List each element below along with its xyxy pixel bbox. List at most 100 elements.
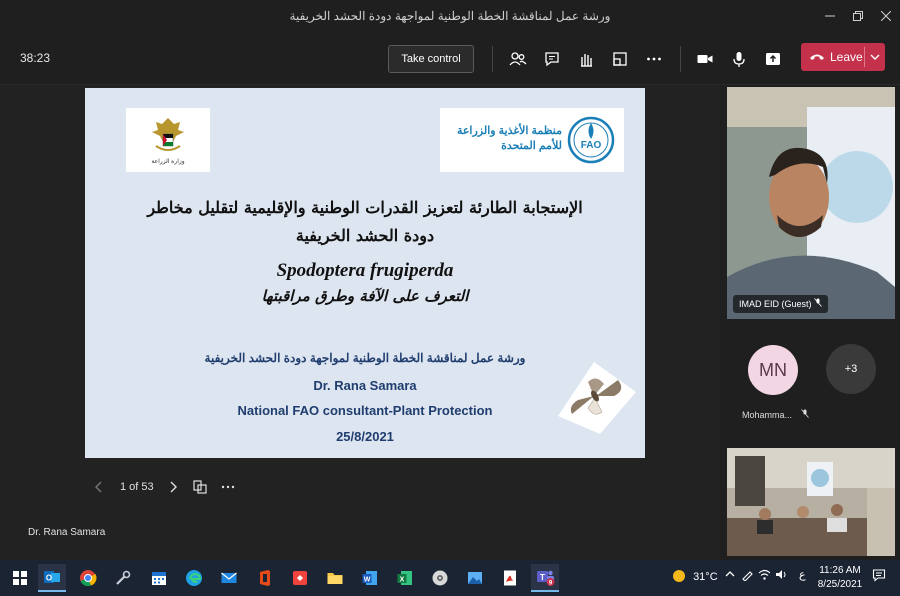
slide-title-line2: دودة الحشد الخريفية [295, 226, 435, 245]
camera-button[interactable] [693, 46, 717, 72]
notifications-button[interactable] [872, 568, 886, 585]
taskbar-excel[interactable]: X [391, 564, 419, 592]
start-button[interactable] [6, 564, 34, 592]
participant-video-feed [727, 87, 895, 319]
clock-date: 8/25/2021 [817, 579, 863, 590]
taskbar-clock[interactable]: 11:26 AM 8/25/2021 [814, 564, 866, 592]
restore-icon [853, 11, 863, 21]
fao-logo: منظمة الأغذية والزراعة للأمم المتحدة FAO [440, 108, 624, 172]
rooms-button[interactable] [608, 46, 632, 72]
folder-icon [327, 573, 343, 584]
taskbar-anydesk[interactable] [286, 564, 314, 592]
taskbar-teams[interactable]: T9 [531, 564, 559, 592]
take-control-button[interactable]: Take control [388, 45, 474, 73]
minimize-button[interactable] [818, 6, 842, 26]
remote-desktop-icon [293, 571, 307, 585]
office-icon [260, 570, 270, 586]
fao-abbrev: FAO [581, 140, 602, 151]
slide-more-button[interactable] [221, 480, 235, 499]
chat-button[interactable] [540, 46, 564, 72]
participant-avatar[interactable]: MN [748, 345, 798, 395]
ministry-logo: وزارة الزراعة [126, 108, 210, 172]
notification-center-icon [872, 569, 886, 582]
show-hidden-icons-button[interactable] [724, 568, 736, 583]
chevron-down-icon [870, 54, 880, 60]
close-icon [880, 10, 892, 22]
pen-tray-button[interactable] [741, 568, 754, 584]
more-horizontal-icon [647, 57, 661, 61]
outlook-icon: O [44, 571, 60, 583]
mail-icon [221, 572, 237, 583]
input-language-button[interactable]: ع [799, 568, 806, 581]
clock-time: 11:26 AM [819, 565, 861, 576]
taskbar-office[interactable] [251, 564, 279, 592]
svg-text:O: O [46, 574, 52, 583]
previous-slide-button[interactable] [92, 480, 106, 499]
taskbar-mail[interactable] [215, 564, 243, 592]
weather-widget[interactable]: 31°C [672, 569, 718, 583]
mic-button[interactable] [727, 46, 751, 72]
speaker-icon [776, 570, 786, 579]
toolbar-divider [492, 46, 493, 72]
more-actions-button[interactable] [642, 46, 666, 72]
leave-label: Leave [830, 50, 863, 64]
wifi-icon [758, 569, 771, 580]
room-video-tile[interactable] [727, 448, 895, 556]
taskbar-edge[interactable] [180, 564, 208, 592]
svg-text:X: X [400, 576, 405, 583]
chrome-icon [80, 570, 97, 587]
pdf-icon [504, 570, 516, 586]
taskbar-settings[interactable] [109, 564, 137, 592]
moth-image [558, 362, 636, 434]
taskbar-chrome[interactable] [74, 564, 102, 592]
taskbar-photos[interactable] [461, 564, 489, 592]
more-participants-button[interactable]: +3 [826, 344, 876, 394]
participants-icon [509, 52, 527, 66]
participants-button[interactable] [506, 46, 530, 72]
participants-panel: IMAD EID (Guest) MN +3 Mohamma... [720, 85, 900, 560]
next-slide-button[interactable] [166, 480, 180, 499]
more-horizontal-icon [221, 485, 235, 489]
taskbar-word[interactable]: W [356, 564, 384, 592]
restore-button[interactable] [846, 6, 870, 26]
slide-page-indicator: 1 of 53 [120, 481, 154, 493]
weather-temp: 31°C [693, 571, 718, 583]
participant-video-tile[interactable]: IMAD EID (Guest) [727, 87, 895, 319]
taskbar-file-explorer[interactable] [321, 564, 349, 592]
leave-button[interactable]: Leave [801, 43, 885, 71]
chat-icon [545, 52, 559, 67]
excel-icon: X [397, 571, 412, 585]
chevron-right-icon [170, 481, 177, 493]
slide-overview-button[interactable] [193, 480, 207, 499]
network-tray-button[interactable] [758, 568, 771, 584]
taskbar-media-player[interactable] [426, 564, 454, 592]
slides-grid-icon [193, 480, 207, 494]
participant-avatar-label: Mohamma... [742, 410, 793, 420]
microphone-icon [733, 52, 745, 67]
fao-name-line1: منظمة الأغذية والزراعة [456, 125, 562, 137]
meeting-timer: 38:23 [20, 51, 51, 65]
reactions-button[interactable] [574, 46, 598, 72]
edge-icon [186, 570, 202, 586]
window-title: ورشة عمل لمناقشة الخطة الوطنية لمواجهة د… [289, 9, 611, 23]
share-button[interactable] [761, 46, 785, 72]
volume-tray-button[interactable] [775, 568, 788, 584]
minimize-icon [825, 15, 835, 17]
mic-muted-icon [800, 409, 809, 418]
participant-name: IMAD EID (Guest) [739, 299, 812, 309]
taskbar-calendar[interactable] [145, 564, 173, 592]
taskbar-acrobat[interactable] [496, 564, 524, 592]
fao-emblem-icon: FAO [567, 116, 615, 164]
presenter-name: Dr. Rana Samara [313, 378, 417, 393]
close-button[interactable] [874, 6, 898, 26]
pen-icon [742, 571, 753, 582]
presenter-role: National FAO consultant-Plant Protection [237, 403, 493, 418]
presenter-label: Dr. Rana Samara [28, 527, 106, 538]
taskbar-outlook[interactable]: O [38, 564, 66, 592]
svg-text:T: T [540, 573, 545, 582]
room-video-feed [727, 448, 895, 556]
word-icon: W [362, 571, 377, 585]
video-camera-icon [697, 55, 713, 63]
toolbar-divider [680, 46, 681, 72]
slide-subtitle: التعرف على الآفة وطرق مراقبتها [261, 287, 469, 305]
